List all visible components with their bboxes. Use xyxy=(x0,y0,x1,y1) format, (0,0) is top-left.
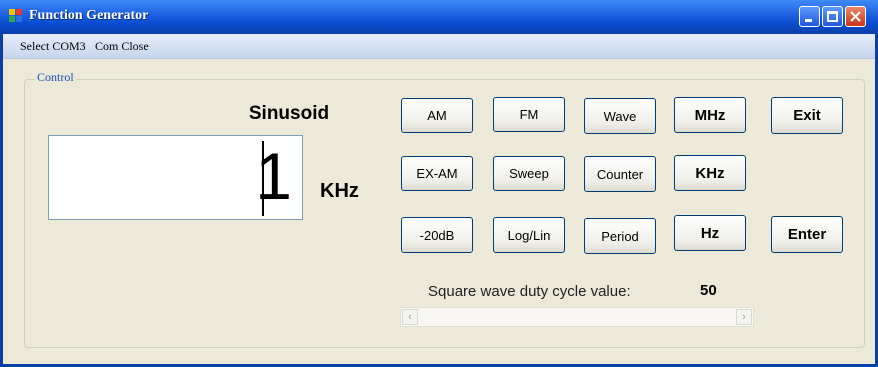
minimize-button[interactable] xyxy=(799,6,820,27)
menu-select-com3[interactable]: Select COM3 xyxy=(20,39,86,54)
menu-com-close[interactable]: Com Close xyxy=(95,39,149,54)
minus20db-button[interactable]: -20dB xyxy=(401,217,473,253)
waveform-mode-label: Sinusoid xyxy=(248,103,330,124)
sweep-button[interactable]: Sweep xyxy=(493,156,565,191)
khz-button[interactable]: KHz xyxy=(674,155,746,191)
period-button[interactable]: Period xyxy=(584,218,656,254)
enter-button[interactable]: Enter xyxy=(771,216,843,253)
duty-cycle-value: 50 xyxy=(700,282,717,299)
title-bar[interactable]: Function Generator xyxy=(0,0,878,34)
duty-cycle-scrollbar[interactable]: ‹ › xyxy=(400,307,754,327)
frequency-value: 1 xyxy=(255,139,292,213)
counter-button[interactable]: Counter xyxy=(584,156,656,192)
maximize-icon xyxy=(827,11,838,22)
control-group-label: Control xyxy=(35,70,76,85)
minimize-icon xyxy=(805,19,812,22)
mhz-button[interactable]: MHz xyxy=(674,97,746,133)
hz-button[interactable]: Hz xyxy=(674,215,746,251)
scroll-left-icon[interactable]: ‹ xyxy=(402,309,418,325)
frequency-display[interactable]: 1 xyxy=(48,135,303,220)
fm-button[interactable]: FM xyxy=(493,97,565,132)
function-generator-window: Function Generator Select COM3 Com Close… xyxy=(0,0,878,367)
menu-bar: Select COM3 Com Close xyxy=(3,34,875,59)
ex-am-button[interactable]: EX-AM xyxy=(401,156,473,191)
wave-button[interactable]: Wave xyxy=(584,98,656,134)
app-icon xyxy=(9,9,23,23)
frequency-unit: KHz xyxy=(320,180,359,202)
close-icon xyxy=(850,11,861,22)
scroll-right-icon[interactable]: › xyxy=(736,309,752,325)
am-button[interactable]: AM xyxy=(401,98,473,133)
close-button[interactable] xyxy=(845,6,866,27)
maximize-button[interactable] xyxy=(822,6,843,27)
exit-button[interactable]: Exit xyxy=(771,97,843,134)
duty-cycle-label: Square wave duty cycle value: xyxy=(428,283,631,300)
window-title: Function Generator xyxy=(29,8,149,23)
log-lin-button[interactable]: Log/Lin xyxy=(493,217,565,253)
